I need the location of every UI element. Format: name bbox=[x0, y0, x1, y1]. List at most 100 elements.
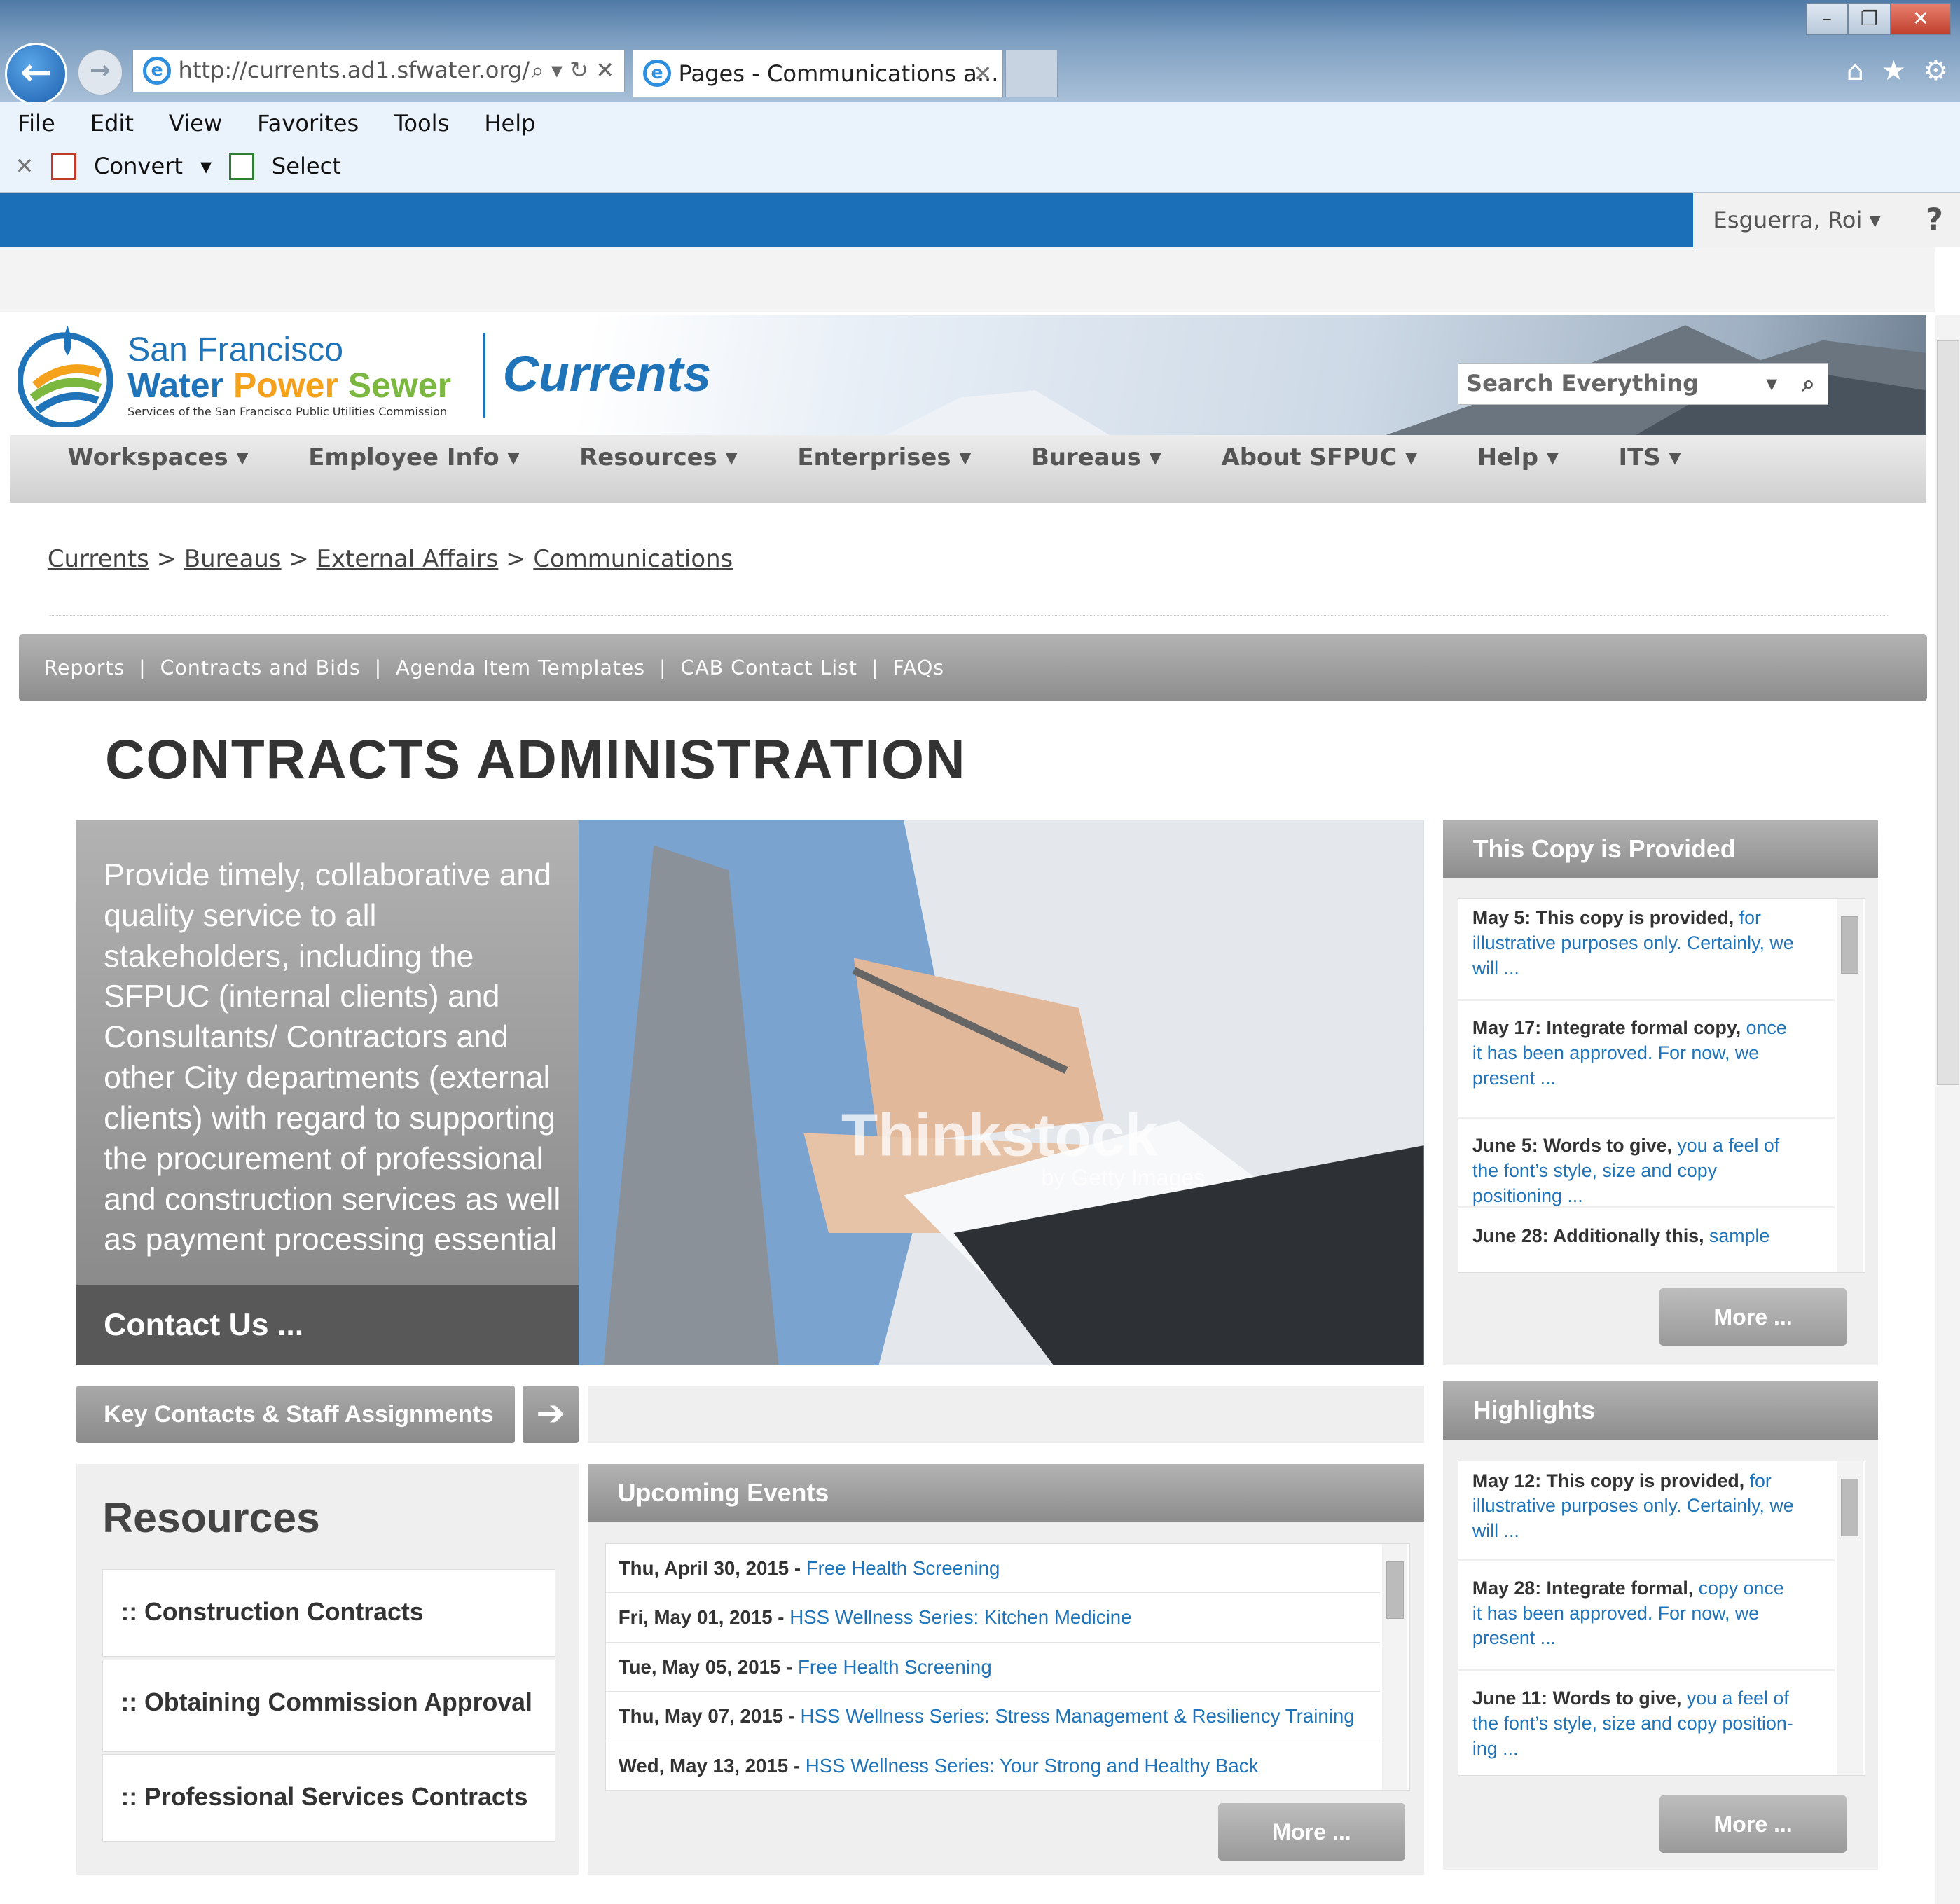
watermark-subtext: by Getty Images bbox=[1042, 1165, 1206, 1190]
key-contacts-arrow-button[interactable]: ➔ bbox=[523, 1385, 579, 1443]
nav-its[interactable]: ITS ▾ bbox=[1619, 413, 1681, 503]
user-name: Esguerra, Roi bbox=[1713, 206, 1863, 233]
event-link[interactable]: Free Health Screening bbox=[806, 1557, 1000, 1579]
highlight-item: May 12: This copy is provided, for illus… bbox=[1458, 1461, 1835, 1561]
event-row: Thu, April 30, 2015 - Free Health Screen… bbox=[605, 1544, 1380, 1594]
chevron-down-icon: ▾ bbox=[1869, 206, 1881, 233]
copy-more-button[interactable]: More ... bbox=[1659, 1288, 1847, 1346]
restore-button[interactable]: ❐ bbox=[1848, 2, 1891, 35]
subnav-reports[interactable]: Reports bbox=[43, 656, 125, 679]
search-icon[interactable]: ⌕ bbox=[1802, 364, 1815, 403]
nav-bureaus[interactable]: Bureaus ▾ bbox=[1031, 413, 1161, 503]
menu-view[interactable]: View bbox=[169, 110, 222, 137]
event-link[interactable]: HSS Wellness Series: Stress Management &… bbox=[801, 1705, 1355, 1727]
highlight-item: May 28: Integrate formal, copy once it h… bbox=[1458, 1561, 1835, 1671]
address-bar[interactable]: e http://currents.ad1.sfwater.org/ ⌕ ▾ ↻… bbox=[132, 50, 626, 93]
event-row: Thu, May 07, 2015 - HSS Wellness Series:… bbox=[605, 1692, 1380, 1741]
subnav-agenda-item-templates[interactable]: Agenda Item Templates bbox=[396, 656, 645, 679]
site-name[interactable]: Currents bbox=[503, 345, 712, 403]
copy-item-link[interactable]: sample bbox=[1709, 1225, 1769, 1246]
events-scroll-thumb[interactable] bbox=[1386, 1561, 1404, 1619]
menu-edit[interactable]: Edit bbox=[90, 110, 134, 137]
highlights-list: May 12: This copy is provided, for illus… bbox=[1458, 1460, 1866, 1776]
event-link[interactable]: HSS Wellness Series: Your Strong and Hea… bbox=[806, 1755, 1259, 1777]
nav-employee-info[interactable]: Employee Info ▾ bbox=[308, 413, 519, 503]
event-row: Fri, May 01, 2015 - HSS Wellness Series:… bbox=[605, 1593, 1380, 1643]
resource-construction-contracts[interactable]: :: Construction Contracts bbox=[102, 1569, 555, 1657]
event-link[interactable]: Free Health Screening bbox=[798, 1656, 992, 1678]
events-scrollbar[interactable] bbox=[1382, 1543, 1407, 1791]
breadcrumb-communications[interactable]: Communications bbox=[533, 545, 733, 572]
hero-photo: Thinkstock by Getty Images bbox=[579, 820, 1425, 1366]
user-menu[interactable]: Esguerra, Roi ▾ ? bbox=[1692, 192, 1960, 248]
url-text: http://currents.ad1.sfwater.org/ bbox=[178, 57, 530, 84]
copy-item: June 28: Additionally this, sample bbox=[1472, 1225, 1770, 1246]
minimize-button[interactable]: – bbox=[1805, 2, 1849, 35]
convert-button[interactable]: Convert bbox=[94, 153, 183, 179]
events-title: Upcoming Events bbox=[587, 1464, 1425, 1522]
suite-bar bbox=[0, 192, 1693, 248]
subnav-faqs[interactable]: FAQs bbox=[892, 656, 944, 679]
menu-favorites[interactable]: Favorites bbox=[257, 110, 359, 137]
search-scope-dropdown-icon[interactable]: ▾ bbox=[1766, 364, 1777, 403]
breadcrumb-external-affairs[interactable]: External Affairs bbox=[317, 545, 499, 572]
menu-help[interactable]: Help bbox=[484, 110, 535, 137]
page-scroll-thumb[interactable] bbox=[1936, 340, 1960, 1086]
nav-enterprises[interactable]: Enterprises ▾ bbox=[797, 413, 971, 503]
ie-tab-icon: e bbox=[643, 59, 671, 88]
highlights-scroll-thumb[interactable] bbox=[1841, 1478, 1859, 1536]
forward-button[interactable]: → bbox=[77, 50, 123, 95]
highlights-more-button[interactable]: More ... bbox=[1659, 1795, 1847, 1854]
new-tab-button[interactable] bbox=[1005, 50, 1058, 98]
ribbon-strip bbox=[0, 247, 1936, 313]
copy-scroll-thumb[interactable] bbox=[1841, 916, 1859, 974]
events-list: Thu, April 30, 2015 - Free Health Screen… bbox=[605, 1543, 1411, 1791]
close-tab-icon[interactable]: ✕ bbox=[973, 50, 992, 98]
home-icon[interactable]: ⌂ bbox=[1847, 55, 1864, 87]
empty-bar bbox=[587, 1385, 1425, 1443]
close-window-button[interactable]: ✕ bbox=[1890, 2, 1951, 35]
copy-scrollbar[interactable] bbox=[1837, 898, 1863, 1273]
subnav-contracts-and-bids[interactable]: Contracts and Bids bbox=[160, 656, 361, 679]
menu-tools[interactable]: Tools bbox=[394, 110, 449, 137]
search-input[interactable]: Search Everything ▾ ⌕ bbox=[1458, 362, 1828, 406]
close-toolbar-icon[interactable]: ✕ bbox=[15, 153, 34, 179]
copy-item: May 5: This copy is provided, for illust… bbox=[1458, 899, 1835, 1001]
subnav-cab-contact-list[interactable]: CAB Contact List bbox=[680, 656, 857, 679]
copy-panel-title: This Copy is Provided bbox=[1442, 820, 1879, 878]
divider bbox=[50, 615, 1889, 616]
addressbar-tools-icon[interactable]: ⌕ ▾ ↻ ✕ bbox=[532, 50, 615, 90]
breadcrumb-bureaus[interactable]: Bureaus bbox=[184, 545, 282, 572]
back-button[interactable]: ← bbox=[5, 42, 68, 105]
highlights-scrollbar[interactable] bbox=[1837, 1461, 1863, 1775]
resource-obtaining-commission-approval[interactable]: :: Obtaining Commission Approval bbox=[102, 1659, 555, 1752]
key-contacts-button[interactable]: Key Contacts & Staff Assignments bbox=[76, 1385, 516, 1443]
event-row: Tue, May 05, 2015 - Free Health Screenin… bbox=[605, 1643, 1380, 1692]
menu-file[interactable]: File bbox=[18, 110, 55, 137]
menu-items: File Edit View Favorites Tools Help bbox=[18, 110, 536, 137]
breadcrumb-currents[interactable]: Currents bbox=[48, 545, 149, 572]
favorites-star-icon[interactable]: ★ bbox=[1882, 55, 1906, 87]
help-icon[interactable]: ? bbox=[1926, 193, 1943, 248]
watermark-text: Thinkstock bbox=[841, 1101, 1159, 1168]
highlights-title: Highlights bbox=[1442, 1381, 1879, 1440]
search-placeholder: Search Everything bbox=[1466, 369, 1699, 396]
convert-dropdown-icon[interactable]: ▾ bbox=[200, 153, 212, 179]
select-button[interactable]: Select bbox=[272, 153, 341, 179]
contact-us-link[interactable]: Contact Us ... bbox=[76, 1285, 579, 1366]
resource-professional-services-contracts[interactable]: :: Professional Services Contracts bbox=[102, 1754, 555, 1842]
browser-tab[interactable]: e Pages - Communications a... ✕ bbox=[633, 50, 1003, 98]
nav-about-sfpuc[interactable]: About SFPUC ▾ bbox=[1221, 413, 1417, 503]
arrow-left-icon: ← bbox=[20, 49, 53, 94]
copy-item: June 5: Words to give, you a feel of the… bbox=[1458, 1119, 1835, 1209]
events-more-button[interactable]: More ... bbox=[1217, 1802, 1406, 1861]
resources-title: Resources bbox=[102, 1493, 320, 1542]
nav-workspaces[interactable]: Workspaces ▾ bbox=[67, 413, 248, 503]
nav-help[interactable]: Help ▾ bbox=[1477, 413, 1559, 503]
brand-divider bbox=[483, 332, 485, 418]
event-link[interactable]: HSS Wellness Series: Kitchen Medicine bbox=[789, 1606, 1131, 1628]
window-controls: – ❐ ✕ bbox=[1805, 2, 1951, 35]
nav-resources[interactable]: Resources ▾ bbox=[579, 413, 738, 503]
sub-nav: Reports | Contracts and Bids | Agenda It… bbox=[18, 633, 1927, 702]
gear-icon[interactable]: ⚙ bbox=[1924, 55, 1948, 87]
